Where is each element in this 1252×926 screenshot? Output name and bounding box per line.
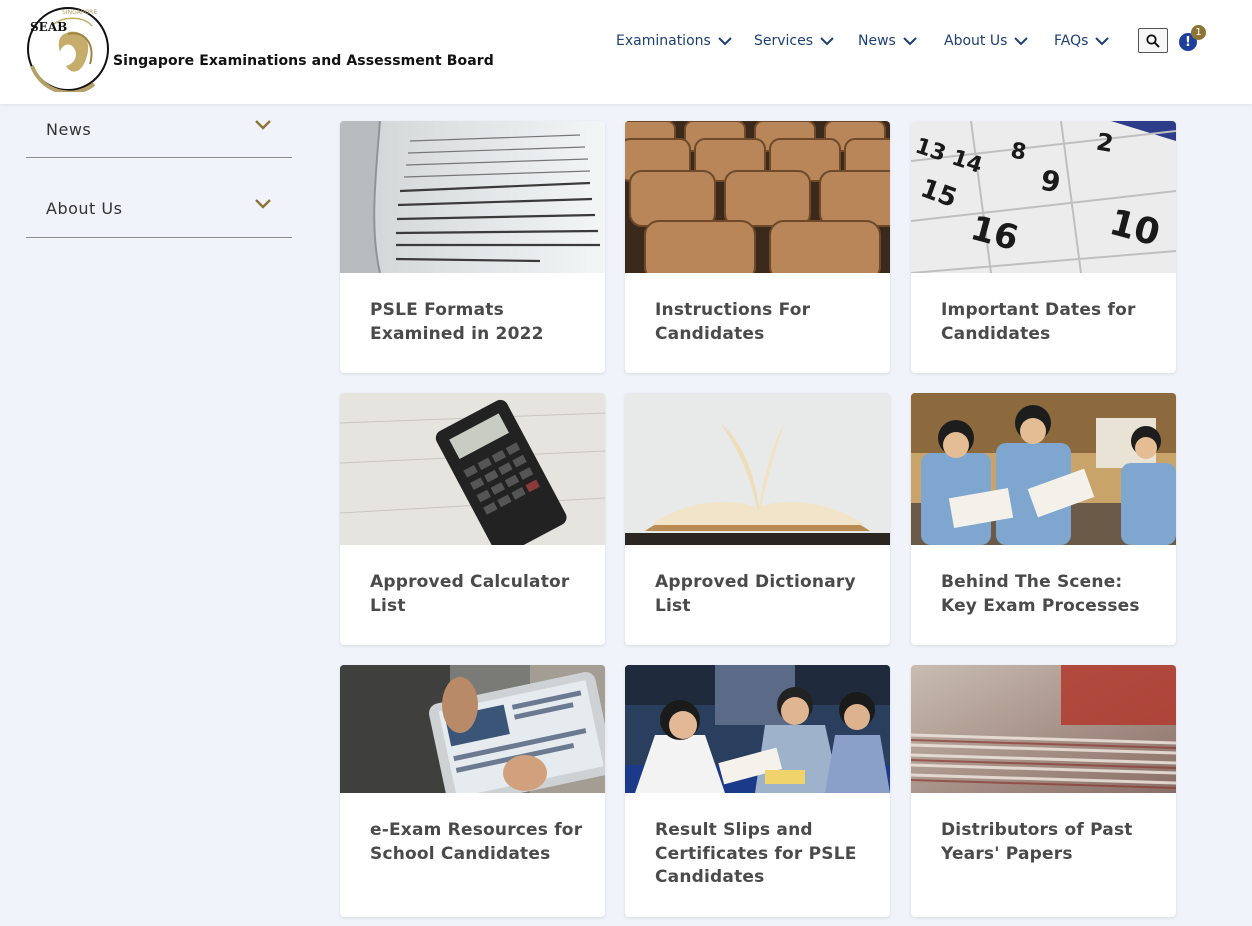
nav-about-us[interactable]: About Us [944, 30, 1029, 52]
tablet-photo [340, 665, 605, 793]
nav-about-us-label: About Us [944, 33, 1008, 49]
nav-news[interactable]: News [858, 30, 917, 52]
card-result-slips[interactable]: Result Slips and Certificates for PSLE C… [625, 665, 890, 917]
sidebar-item-about-us[interactable]: About Us [26, 158, 292, 238]
card-title: Behind The Scene: Key Exam Processes [941, 572, 1140, 616]
calendar-photo: 13 14 8 2 15 9 16 10 [911, 121, 1176, 273]
card-title: PSLE Formats Examined in 2022 [370, 300, 544, 344]
sidebar-item-news[interactable]: News [26, 104, 292, 158]
nav-services[interactable]: Services [754, 30, 834, 52]
open-book-photo [625, 393, 890, 545]
chevron-down-icon [718, 37, 732, 46]
nav-news-label: News [858, 33, 896, 49]
logo-text: SEAB [30, 20, 67, 34]
nav-faqs[interactable]: FAQs [1054, 30, 1110, 52]
chevron-down-icon [1014, 37, 1029, 46]
logo-arc-text: SINGAPORE [62, 9, 97, 16]
alert-count-badge: 1 [1191, 25, 1206, 40]
students-reading-photo [911, 393, 1176, 545]
calculator-photo [340, 393, 605, 545]
card-title: e-Exam Resources for School Candidates [370, 820, 583, 864]
card-e-exam-resources[interactable]: e-Exam Resources for School Candidates [340, 665, 605, 917]
nav-examinations-label: Examinations [616, 33, 711, 49]
card-approved-calculator[interactable]: Approved Calculator List [340, 393, 605, 645]
search-icon [1146, 33, 1160, 48]
chevron-down-icon [255, 120, 271, 130]
card-title: Approved Dictionary List [655, 572, 856, 616]
card-instructions-for-candidates[interactable]: Instructions For Candidates [625, 121, 890, 373]
nav-services-label: Services [754, 33, 814, 49]
chevron-down-icon [1095, 37, 1110, 46]
site-title[interactable]: Singapore Examinations and Assessment Bo… [113, 53, 494, 69]
card-psle-formats[interactable]: PSLE Formats Examined in 2022 [340, 121, 605, 373]
sidebar-item-label: About Us [46, 199, 123, 218]
site-header: SEAB SINGAPORE Singapore Examinations an… [0, 0, 1252, 104]
card-title: Instructions For Candidates [655, 300, 811, 344]
sidebar-item-label: News [46, 120, 92, 139]
search-button[interactable] [1138, 28, 1168, 53]
card-approved-dictionary[interactable]: Approved Dictionary List [625, 393, 890, 645]
chevron-down-icon [255, 199, 271, 209]
card-important-dates[interactable]: 13 14 8 2 15 9 16 10 Important Dates for… [911, 121, 1176, 373]
alerts-button[interactable]: ! 1 [1178, 24, 1210, 54]
nav-faqs-label: FAQs [1054, 33, 1089, 49]
paper-stack-photo [911, 665, 1176, 793]
card-behind-the-scene[interactable]: Behind The Scene: Key Exam Processes [911, 393, 1176, 645]
exam-hall-chairs-photo [625, 121, 890, 273]
card-title: Approved Calculator List [370, 572, 570, 616]
seab-logo[interactable]: SEAB SINGAPORE [24, 4, 110, 92]
nav-examinations[interactable]: Examinations [616, 30, 732, 52]
chevron-down-icon [820, 37, 834, 46]
results-day-photo [625, 665, 890, 793]
math-paper-photo [340, 121, 605, 273]
card-title: Result Slips and Certificates for PSLE C… [655, 820, 857, 887]
chevron-down-icon [903, 37, 917, 46]
sidebar: News About Us [26, 104, 292, 238]
card-distributors-past-papers[interactable]: Distributors of Past Years' Papers [911, 665, 1176, 917]
card-title: Important Dates for Candidates [941, 300, 1136, 344]
card-title: Distributors of Past Years' Papers [941, 820, 1133, 864]
